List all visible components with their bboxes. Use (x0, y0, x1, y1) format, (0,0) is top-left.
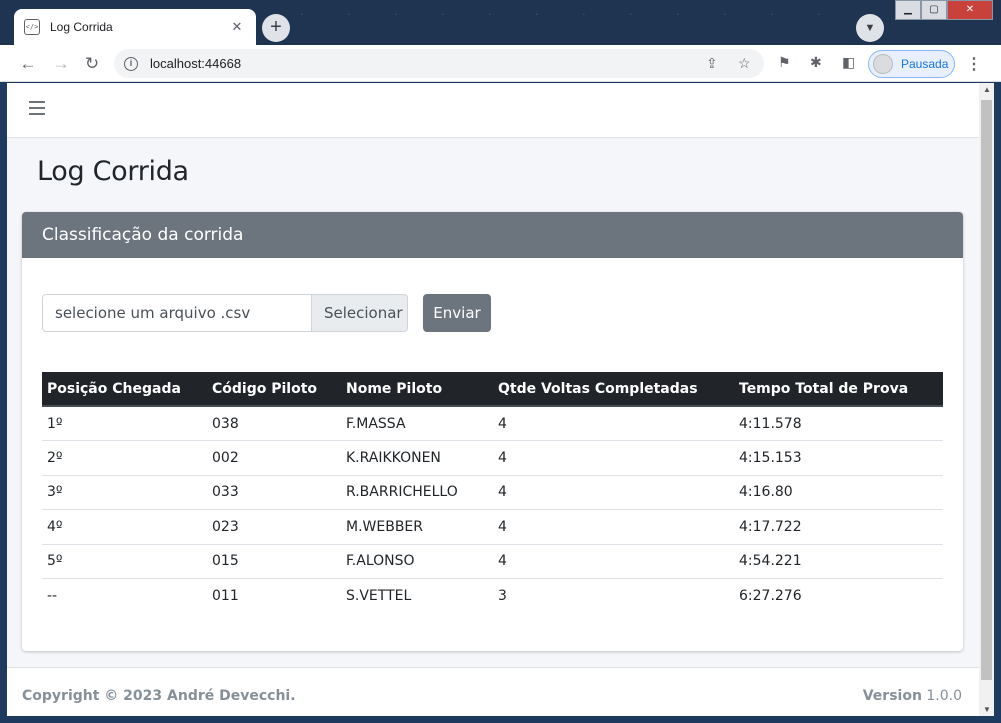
cell-pilot-name: R.BARRICHELLO (341, 474, 493, 510)
address-bar: ← → ↻ i localhost:44668 ⇪ ☆ ⚑ ✱ ◧ Pausad… (0, 45, 1001, 82)
maximize-button[interactable]: ▢ (921, 0, 947, 20)
table-row: 4º 023 M.WEBBER 4 4:17.722 (42, 509, 943, 544)
cell-position: 5º (42, 543, 207, 579)
forward-arrow-icon[interactable]: → (50, 53, 72, 75)
column-header-laps: Qtde Voltas Completadas (493, 372, 734, 407)
cell-pilot-code: 011 (207, 578, 341, 613)
window-frame-right (994, 83, 1001, 723)
table-row: 5º 015 F.ALONSO 4 4:54.221 (42, 543, 943, 579)
cell-pilot-code: 023 (207, 509, 341, 544)
cell-total-time: 4:15.153 (734, 440, 943, 475)
bookmark-star-icon[interactable]: ☆ (738, 55, 751, 72)
send-button[interactable]: Enviar (423, 294, 491, 332)
page-title: Log Corrida (37, 156, 189, 187)
cell-total-time: 6:27.276 (734, 578, 943, 613)
table-row: 1º 038 F.MASSA 4 4:11.578 (42, 406, 943, 441)
page-viewport: Log Corrida Classificação da corrida sel… (7, 83, 979, 716)
tab-close-icon[interactable]: ✕ (228, 19, 246, 35)
cell-total-time: 4:17.722 (734, 509, 943, 544)
minimize-button[interactable]: ▁ (895, 0, 921, 20)
cell-pilot-name: F.MASSA (346, 415, 406, 432)
cell-laps: 4 (493, 543, 734, 579)
select-file-button[interactable]: Selecionar (312, 294, 408, 332)
reload-icon[interactable]: ↻ (81, 53, 103, 75)
window-frame-left (0, 83, 7, 723)
card-header: Classificação da corrida (22, 212, 963, 258)
classification-card: Classificação da corrida selecione um ar… (22, 212, 963, 651)
hamburger-menu-icon[interactable] (29, 101, 45, 115)
cell-laps: 4 (493, 474, 734, 510)
code-page-icon: </> (24, 19, 40, 35)
table-row: -- 011 S.VETTEL 3 6:27.276 (42, 578, 943, 613)
share-icon[interactable]: ⇪ (706, 55, 718, 72)
browser-menu-icon[interactable]: ⋮ (966, 54, 982, 74)
cell-pilot-code: 015 (207, 543, 341, 579)
top-navbar (7, 83, 979, 138)
csv-file-input[interactable]: selecione um arquivo .csv (42, 294, 312, 332)
cell-total-time: 4:11.578 (739, 415, 802, 432)
extensions-puzzle-icon[interactable]: ✱ (810, 54, 822, 71)
background-window-menu: · · · · · · · · · · · · (300, 8, 841, 21)
page-footer: Copyright © 2023 André Devecchi. Version… (7, 667, 979, 716)
avatar (873, 54, 893, 74)
url-text[interactable]: localhost:44668 (150, 56, 241, 71)
scrollbar-thumb[interactable] (981, 100, 992, 680)
vertical-scrollbar[interactable]: ▲ ▼ (979, 83, 994, 716)
version-info: Version 1.0.0 (863, 688, 962, 704)
cell-laps: 4 (493, 440, 734, 475)
browser-titlebar: · · · · · · · · · · · · </> Log Corrida … (0, 0, 1001, 45)
extension-flag-icon[interactable]: ⚑ (778, 54, 791, 71)
table-row: 3º 033 R.BARRICHELLO 4 4:16.80 (42, 474, 943, 510)
table-row: 2º 002 K.RAIKKONEN 4 4:15.153 (42, 440, 943, 475)
cell-laps: 4 (498, 415, 507, 432)
window-frame-bottom (0, 716, 1001, 723)
cell-pilot-code: 038 (212, 415, 239, 432)
back-arrow-icon[interactable]: ← (17, 53, 39, 75)
cell-laps: 3 (493, 578, 734, 613)
cell-position: 3º (42, 474, 207, 510)
file-upload-group: selecione um arquivo .csv Selecionar (42, 294, 408, 332)
version-label: Version (862, 688, 922, 704)
cell-pilot-code: 033 (207, 474, 341, 510)
cell-total-time: 4:54.221 (734, 543, 943, 579)
site-info-icon[interactable]: i (124, 56, 138, 71)
race-results-table: Posição Chegada Código Piloto Nome Pilot… (42, 372, 943, 613)
column-header-pilot-code: Código Piloto (207, 372, 341, 407)
cell-position: -- (42, 578, 207, 613)
tab-search-chevron-icon[interactable]: ▼ (856, 14, 884, 42)
cell-total-time: 4:16.80 (734, 474, 943, 510)
cell-pilot-name: F.ALONSO (341, 543, 493, 579)
column-header-position: Posição Chegada (42, 372, 207, 407)
cell-position: 1º (47, 415, 63, 432)
column-header-total-time: Tempo Total de Prova (734, 372, 943, 407)
profile-button[interactable]: Pausada (868, 50, 955, 78)
version-number: 1.0.0 (926, 688, 962, 704)
side-panel-icon[interactable]: ◧ (842, 54, 855, 71)
column-header-pilot-name: Nome Piloto (341, 372, 493, 407)
cell-position: 2º (42, 440, 207, 475)
profile-label: Pausada (901, 57, 949, 71)
cell-position: 4º (42, 509, 207, 544)
browser-tab[interactable]: </> Log Corrida ✕ (14, 9, 256, 45)
omnibox[interactable]: i localhost:44668 ⇪ ☆ (114, 49, 764, 78)
table-header-row: Posição Chegada Código Piloto Nome Pilot… (42, 372, 943, 407)
cell-laps: 4 (493, 509, 734, 544)
cell-pilot-name: S.VETTEL (341, 578, 493, 613)
new-tab-button[interactable]: + (262, 14, 290, 42)
tab-title: Log Corrida (50, 20, 113, 34)
cell-pilot-code: 002 (207, 440, 341, 475)
cell-pilot-name: K.RAIKKONEN (341, 440, 493, 475)
scroll-down-arrow-icon[interactable]: ▼ (983, 705, 991, 714)
cell-pilot-name: M.WEBBER (341, 509, 493, 544)
close-window-button[interactable]: ✕ (947, 0, 993, 20)
copyright-text: Copyright © 2023 André Devecchi. (22, 688, 296, 704)
scroll-up-arrow-icon[interactable]: ▲ (983, 85, 991, 94)
